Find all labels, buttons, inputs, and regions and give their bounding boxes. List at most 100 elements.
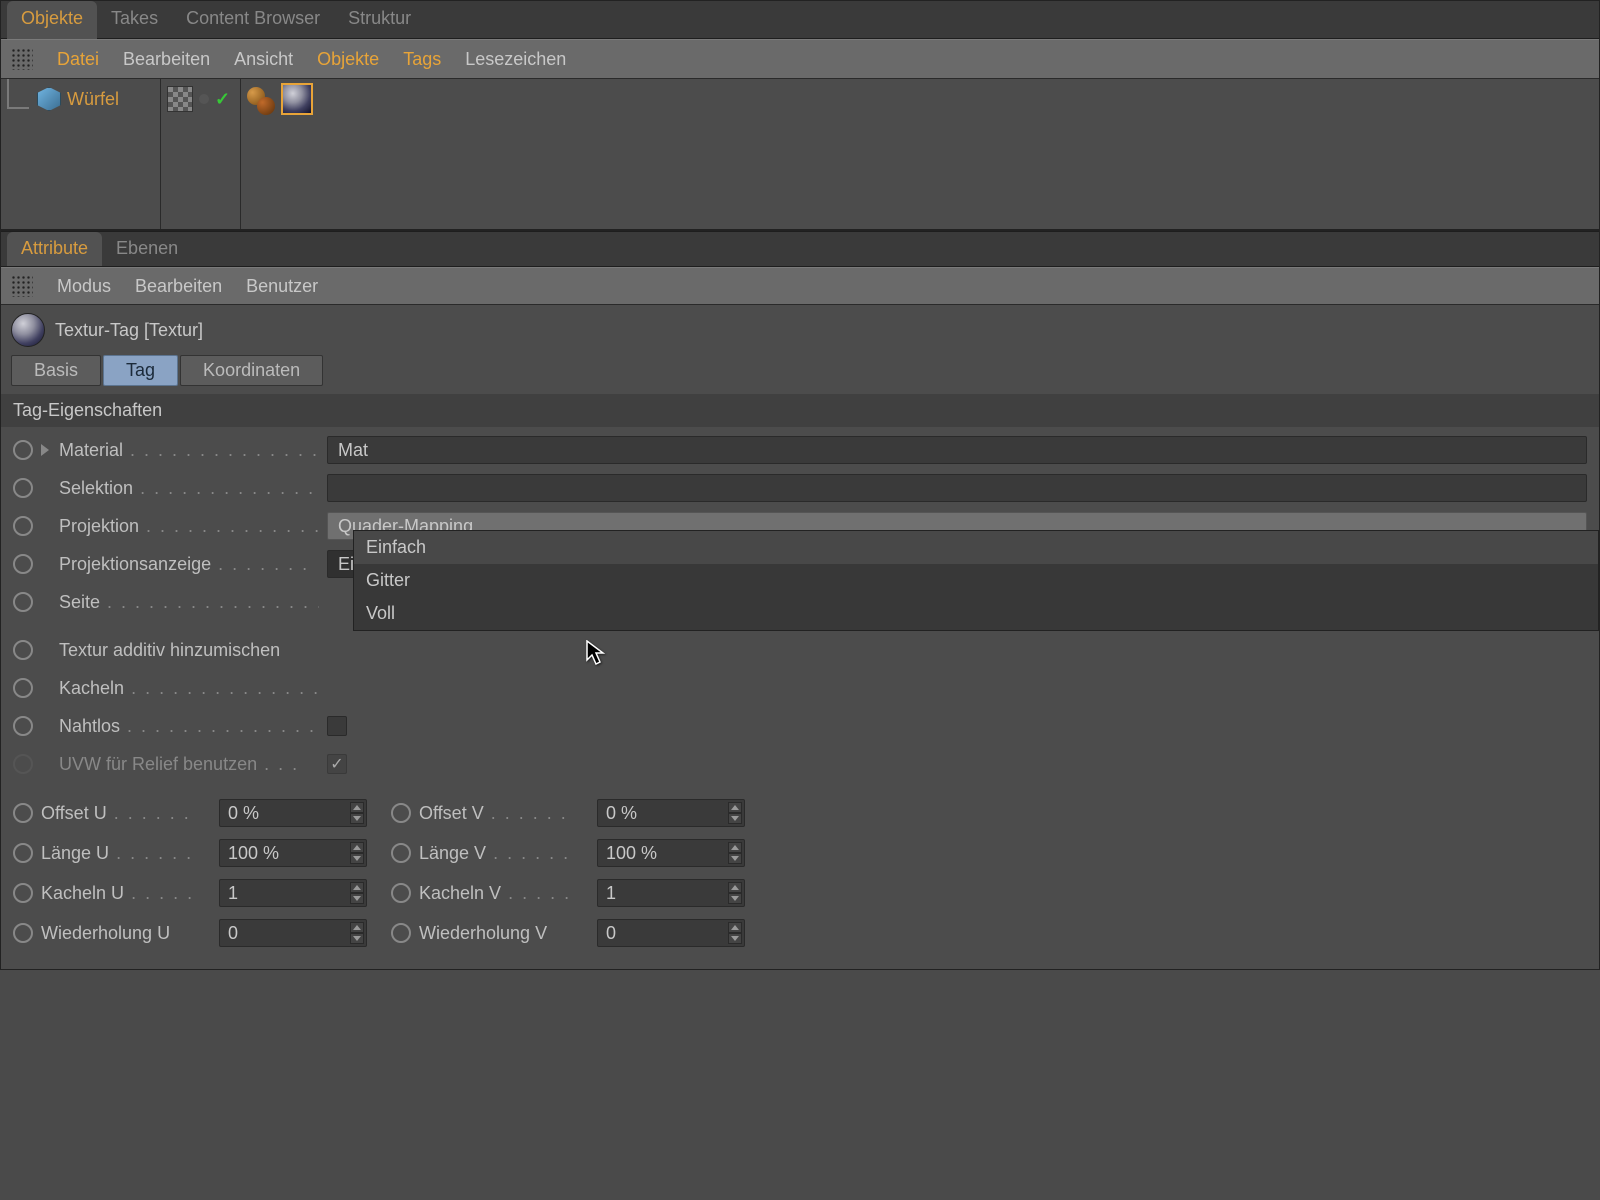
render-dot-off[interactable] xyxy=(257,97,275,115)
spinner-icon[interactable] xyxy=(350,882,364,904)
anim-toggle[interactable] xyxy=(13,478,33,498)
prop-laenge-v: Länge V . . . . . . 100 % xyxy=(379,833,757,873)
tab-content-browser[interactable]: Content Browser xyxy=(172,1,334,39)
checkbox-nahtlos[interactable] xyxy=(327,716,347,736)
label-wdh-v: Wiederholung V xyxy=(419,923,547,943)
anim-toggle[interactable] xyxy=(13,803,33,823)
object-row-wuerfel[interactable]: Würfel xyxy=(1,79,160,119)
field-wdh-u[interactable]: 0 xyxy=(219,919,367,947)
field-kacheln-u[interactable]: 1 xyxy=(219,879,367,907)
anim-toggle[interactable] xyxy=(391,803,411,823)
label-kacheln-v: Kacheln V xyxy=(419,883,501,903)
attribute-title: Textur-Tag [Textur] xyxy=(55,320,203,341)
anim-toggle[interactable] xyxy=(13,678,33,698)
object-manager-tabs: Objekte Takes Content Browser Struktur xyxy=(1,1,1599,39)
prop-additiv: Textur additiv hinzumischen xyxy=(1,631,1599,669)
anim-toggle[interactable] xyxy=(13,554,33,574)
object-name[interactable]: Würfel xyxy=(67,89,119,110)
field-offset-v[interactable]: 0 % xyxy=(597,799,745,827)
label-kacheln-u: Kacheln U xyxy=(41,883,124,903)
menu-objekte[interactable]: Objekte xyxy=(317,49,379,70)
subtab-koordinaten[interactable]: Koordinaten xyxy=(180,355,323,386)
spinner-icon[interactable] xyxy=(350,802,364,824)
layer-swatch[interactable] xyxy=(167,86,193,112)
label-wdh-u: Wiederholung U xyxy=(41,923,170,943)
field-offset-u[interactable]: 0 % xyxy=(219,799,367,827)
tab-attribute[interactable]: Attribute xyxy=(7,232,102,266)
visibility-dot-editor[interactable] xyxy=(199,94,209,104)
label-seite: Seite xyxy=(59,592,100,612)
tab-takes[interactable]: Takes xyxy=(97,1,172,39)
menu-lesezeichen[interactable]: Lesezeichen xyxy=(465,49,566,70)
label-offset-u: Offset U xyxy=(41,803,107,823)
menu-benutzer[interactable]: Benutzer xyxy=(246,276,318,297)
prop-selektion: Selektion . . . . . . . . . . . . . . . xyxy=(1,469,1599,507)
enable-checkmark-icon[interactable]: ✓ xyxy=(215,89,230,110)
prop-kacheln-v: Kacheln V . . . . . 1 xyxy=(379,873,757,913)
menu-modus[interactable]: Modus xyxy=(57,276,111,297)
anim-toggle[interactable] xyxy=(13,883,33,903)
label-selektion: Selektion xyxy=(59,478,133,498)
anim-toggle[interactable] xyxy=(13,640,33,660)
menu-tags[interactable]: Tags xyxy=(403,49,441,70)
label-laenge-u: Länge U xyxy=(41,843,109,863)
spinner-icon[interactable] xyxy=(728,882,742,904)
anim-toggle[interactable] xyxy=(13,843,33,863)
label-material: Material xyxy=(59,440,123,460)
section-title: Tag-Eigenschaften xyxy=(1,394,1599,427)
anim-toggle[interactable] xyxy=(13,923,33,943)
subtab-tag[interactable]: Tag xyxy=(103,355,178,386)
panel-options-icon[interactable] xyxy=(11,48,33,70)
prop-material: Material . . . . . . . . . . . . . . . .… xyxy=(1,431,1599,469)
object-manager-menubar: Datei Bearbeiten Ansicht Objekte Tags Le… xyxy=(1,39,1599,79)
field-laenge-v[interactable]: 100 % xyxy=(597,839,745,867)
prop-kacheln-u: Kacheln U . . . . . 1 xyxy=(1,873,379,913)
anim-toggle[interactable] xyxy=(391,843,411,863)
anim-toggle xyxy=(13,754,33,774)
anim-toggle[interactable] xyxy=(13,716,33,736)
menu-bearbeiten[interactable]: Bearbeiten xyxy=(123,49,210,70)
anim-toggle[interactable] xyxy=(13,516,33,536)
attribute-manager-tabs: Attribute Ebenen xyxy=(1,231,1599,267)
field-material[interactable]: Mat xyxy=(327,436,1587,464)
label-projektion: Projektion xyxy=(59,516,139,536)
spinner-icon[interactable] xyxy=(728,842,742,864)
field-kacheln-v[interactable]: 1 xyxy=(597,879,745,907)
spinner-icon[interactable] xyxy=(350,842,364,864)
prop-offset-v: Offset V . . . . . . 0 % xyxy=(379,793,757,833)
tab-struktur[interactable]: Struktur xyxy=(334,1,425,39)
dropdown-option-einfach[interactable]: Einfach xyxy=(354,531,1598,564)
dropdown-menu-projektionsanzeige: Einfach Gitter Voll xyxy=(353,530,1599,631)
label-additiv: Textur additiv hinzumischen xyxy=(59,640,280,660)
panel-options-icon[interactable] xyxy=(11,275,33,297)
texture-tag-icon xyxy=(11,313,45,347)
label-projektionsanzeige: Projektionsanzeige xyxy=(59,554,211,574)
menu-bearbeiten-2[interactable]: Bearbeiten xyxy=(135,276,222,297)
menu-datei[interactable]: Datei xyxy=(57,49,99,70)
prop-nahtlos: Nahtlos . . . . . . . . . . . . . . . . … xyxy=(1,707,1599,745)
label-uvw: UVW für Relief benutzen xyxy=(59,754,257,774)
tab-ebenen[interactable]: Ebenen xyxy=(102,232,192,266)
menu-ansicht[interactable]: Ansicht xyxy=(234,49,293,70)
anim-toggle[interactable] xyxy=(13,592,33,612)
subtab-basis[interactable]: Basis xyxy=(11,355,101,386)
field-wdh-v[interactable]: 0 xyxy=(597,919,745,947)
field-laenge-u[interactable]: 100 % xyxy=(219,839,367,867)
prop-uvw-relief: UVW für Relief benutzen . . . xyxy=(1,745,1599,783)
dropdown-option-gitter[interactable]: Gitter xyxy=(354,564,1598,597)
spinner-icon[interactable] xyxy=(728,922,742,944)
disclosure-triangle-icon[interactable] xyxy=(41,444,49,456)
anim-toggle[interactable] xyxy=(391,923,411,943)
spinner-icon[interactable] xyxy=(728,802,742,824)
attribute-header: Textur-Tag [Textur] xyxy=(1,305,1599,355)
anim-toggle[interactable] xyxy=(13,440,33,460)
prop-kacheln: Kacheln . . . . . . . . . . . . . . . . … xyxy=(1,669,1599,707)
dropdown-option-voll[interactable]: Voll xyxy=(354,597,1598,630)
texture-tag-thumbnail[interactable] xyxy=(281,83,313,115)
prop-offset-u: Offset U . . . . . . 0 % xyxy=(1,793,379,833)
tab-objekte[interactable]: Objekte xyxy=(7,1,97,39)
attribute-manager-menubar: Modus Bearbeiten Benutzer xyxy=(1,267,1599,305)
spinner-icon[interactable] xyxy=(350,922,364,944)
anim-toggle[interactable] xyxy=(391,883,411,903)
field-selektion[interactable] xyxy=(327,474,1587,502)
